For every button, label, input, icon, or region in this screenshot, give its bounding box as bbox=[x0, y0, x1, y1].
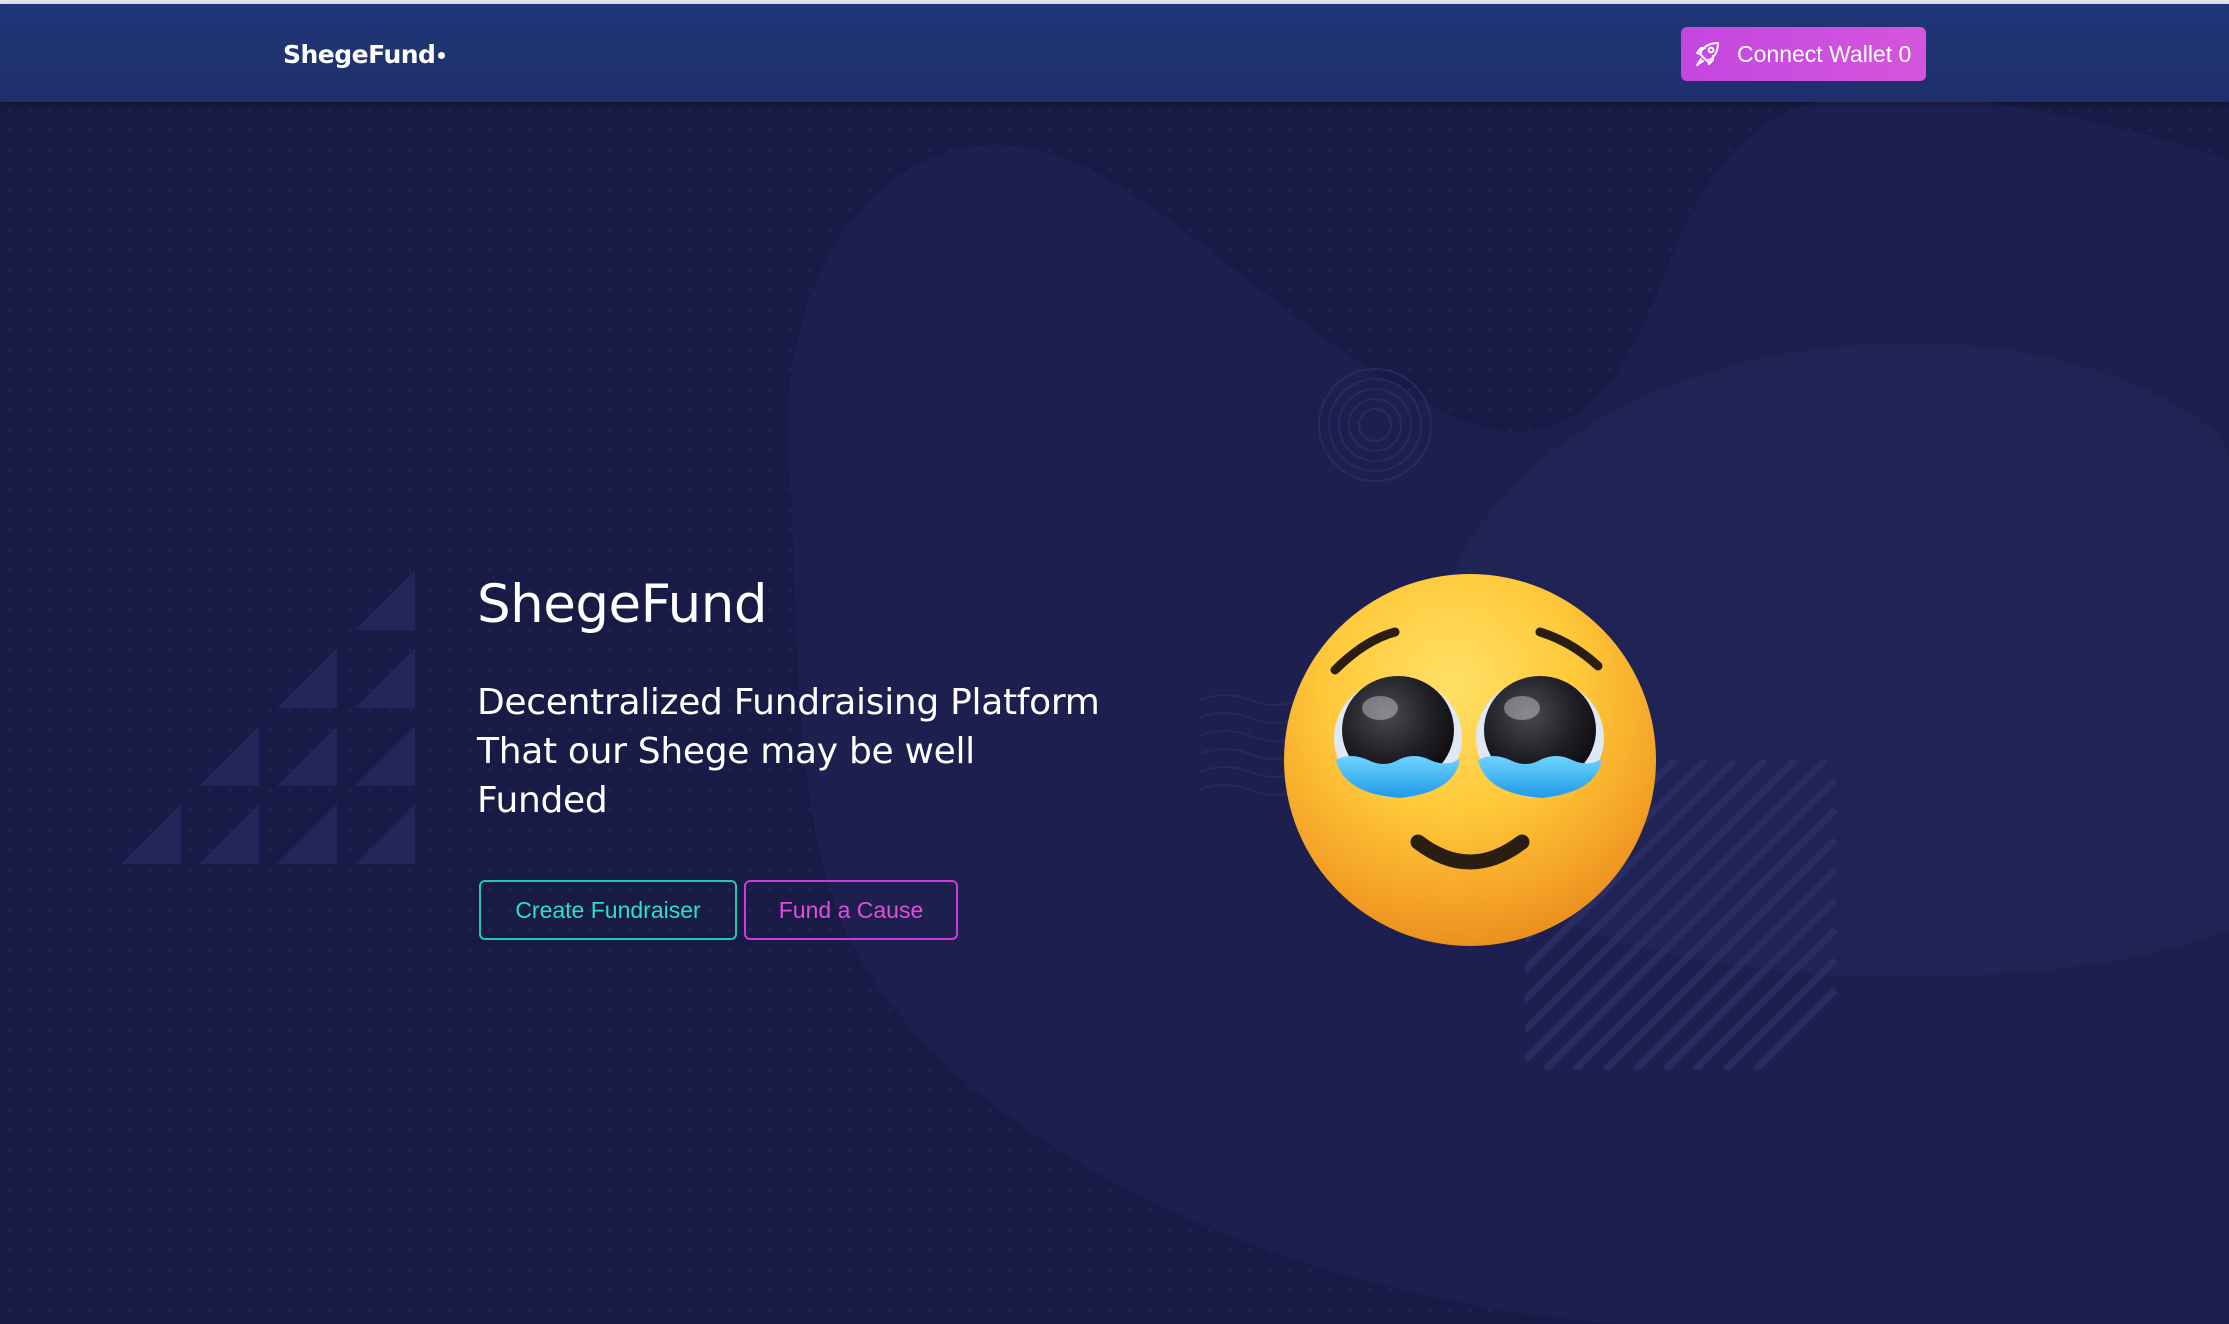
fund-a-cause-label: Fund a Cause bbox=[778, 896, 924, 923]
hero-subtitle-line-2: That our Shege may be well bbox=[477, 731, 975, 772]
connect-wallet-label: Connect Wallet 0 bbox=[1737, 40, 1912, 67]
ring-decoration bbox=[1318, 368, 1432, 482]
fund-a-cause-button[interactable]: Fund a Cause bbox=[744, 880, 958, 940]
hero-subtitle-line-3: Funded bbox=[477, 780, 608, 821]
connect-wallet-button[interactable]: Connect Wallet 0 bbox=[1681, 27, 1926, 81]
hero-subtitle: Decentralized Fundraising Platform That … bbox=[477, 678, 1117, 825]
brand-dot bbox=[438, 52, 446, 59]
brand-name: ShegeFund bbox=[283, 40, 436, 69]
create-fundraiser-button[interactable]: Create Fundraiser bbox=[479, 880, 737, 940]
create-fundraiser-label: Create Fundraiser bbox=[515, 896, 701, 923]
navbar: ShegeFund Connect Wallet 0 bbox=[0, 4, 2229, 102]
rocket-icon bbox=[1696, 42, 1719, 66]
triangle-pattern bbox=[121, 570, 415, 864]
brand-logo[interactable]: ShegeFund bbox=[283, 40, 446, 69]
hero-title: ShegeFund bbox=[477, 574, 768, 635]
landing-page: ShegeFund Connect Wallet 0 ShegeFund Dec… bbox=[0, 0, 2229, 1324]
hero-subtitle-line-1: Decentralized Fundraising Platform bbox=[477, 682, 1100, 723]
pleading-face-emoji bbox=[1284, 574, 1656, 946]
